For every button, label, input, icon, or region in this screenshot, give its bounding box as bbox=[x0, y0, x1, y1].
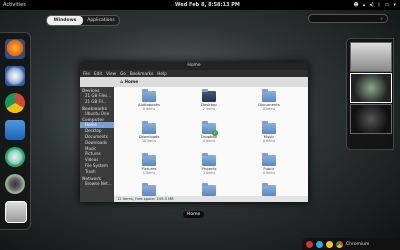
folder-item[interactable]: Downloads 48 items bbox=[134, 121, 164, 151]
search-icon: ⌕ bbox=[380, 17, 383, 22]
top-panel: Activities Wed Feb 8, 8:58:13 PM ☻ ▴ ◂) … bbox=[0, 0, 400, 10]
back-icon[interactable]: ◀ bbox=[83, 78, 86, 83]
firefox-icon[interactable] bbox=[5, 39, 25, 59]
places-sidebar: Devices 21 GB Files... 21 GB Fil... Book… bbox=[80, 87, 114, 202]
sidebar-item-device-1[interactable]: 21 GB Files... bbox=[80, 93, 114, 99]
network-icon[interactable]: ▴ bbox=[363, 0, 366, 10]
workspace-thumbnail-2[interactable] bbox=[350, 73, 392, 103]
music-folder-icon bbox=[262, 121, 276, 134]
menu-bar: File Edit View Go Bookmarks Help bbox=[80, 70, 308, 77]
downloads-folder-icon bbox=[142, 121, 156, 134]
sidebar-item-ubuntu-one[interactable]: Ubuntu One bbox=[80, 111, 114, 117]
activities-button[interactable]: Activities bbox=[3, 0, 26, 10]
search-entry[interactable]: ⌕ bbox=[308, 14, 388, 23]
thunderbird-icon[interactable] bbox=[5, 66, 25, 86]
folder-item[interactable]: Public 0 items bbox=[254, 153, 284, 183]
file-view[interactable]: Audiobooks 0 items Desktop 2 items Documen… bbox=[114, 87, 308, 202]
accessibility-icon[interactable]: ☻ bbox=[354, 0, 359, 10]
sidebar-item-device-2[interactable]: 21 GB Fil... bbox=[80, 99, 114, 105]
tab-windows[interactable]: Windows bbox=[47, 16, 83, 25]
workspace-thumbnail-1[interactable] bbox=[350, 42, 392, 72]
folder-icon bbox=[142, 89, 156, 102]
menu-bookmarks[interactable]: Bookmarks bbox=[130, 70, 153, 77]
tray-app-icon[interactable] bbox=[316, 240, 323, 248]
documents-folder-icon bbox=[262, 89, 276, 102]
folder-count: 0 items bbox=[262, 107, 276, 111]
sidebar-item-browse-network[interactable]: Browse Net... bbox=[80, 181, 114, 187]
chromium-icon[interactable] bbox=[5, 93, 25, 113]
folder-count: 0 items bbox=[142, 171, 156, 175]
tab-applications[interactable]: Applications bbox=[83, 16, 119, 25]
ubuntu-one-folder-icon bbox=[202, 183, 216, 196]
sidebar-item-trash[interactable]: Trash bbox=[80, 169, 114, 175]
folder-item[interactable]: Music 0 items bbox=[254, 121, 284, 151]
menu-help[interactable]: Help bbox=[157, 70, 167, 77]
pictures-folder-icon bbox=[142, 153, 156, 166]
tray-app-icon[interactable] bbox=[306, 240, 313, 248]
volume-icon[interactable]: ◂) bbox=[369, 0, 373, 10]
workspace-switcher bbox=[346, 38, 394, 150]
folder-count: 0 items bbox=[142, 107, 156, 111]
menu-go[interactable]: Go bbox=[120, 70, 126, 77]
folder-count: 0 items bbox=[262, 171, 276, 175]
templates-folder-icon bbox=[142, 183, 156, 196]
clock[interactable]: Wed Feb 8, 8:58:13 PM bbox=[175, 0, 240, 10]
dropbox-folder-icon: ✓ bbox=[202, 121, 218, 136]
folder-count: 48 items bbox=[141, 139, 157, 143]
workspace-thumbnail-3[interactable] bbox=[350, 104, 392, 134]
rhythmbox-icon[interactable] bbox=[5, 174, 25, 194]
folder-count: 3 items bbox=[202, 171, 216, 175]
desktop-folder-icon bbox=[202, 89, 216, 102]
battery-icon[interactable]: ▭ bbox=[385, 0, 390, 10]
view-grid-icon[interactable]: ▦ bbox=[300, 78, 304, 83]
window-caption: Home bbox=[183, 211, 205, 218]
chromium-icon[interactable] bbox=[336, 240, 343, 248]
folder-item[interactable]: Audiobooks 0 items bbox=[134, 89, 164, 119]
folder-item[interactable]: Pictures 0 items bbox=[134, 153, 164, 183]
user-menu-icon[interactable]: ▾ bbox=[393, 0, 396, 10]
software-center-icon[interactable] bbox=[5, 147, 25, 167]
videos-folder-icon bbox=[262, 183, 276, 196]
menu-edit[interactable]: Edit bbox=[94, 70, 102, 77]
dash bbox=[0, 32, 31, 230]
forward-icon[interactable]: ▶ bbox=[90, 78, 93, 83]
folder-item[interactable]: Desktop 2 items bbox=[194, 89, 224, 119]
folder-item[interactable]: Documents 0 items bbox=[254, 89, 284, 119]
status-tray: ☻ ▴ ◂) ᛒ ▭ ▾ bbox=[354, 0, 396, 10]
file-manager-window[interactable]: Home File Edit View Go Bookmarks Help ◀ … bbox=[80, 62, 308, 202]
location-label: Home bbox=[124, 79, 139, 84]
files-icon[interactable] bbox=[5, 201, 27, 223]
public-folder-icon bbox=[262, 153, 276, 166]
empathy-icon[interactable] bbox=[5, 120, 25, 140]
folder-item[interactable]: ✓ Dropbox 8 items bbox=[194, 121, 224, 151]
folder-count: 2 items bbox=[202, 107, 216, 111]
window-title: Home bbox=[80, 62, 308, 70]
menu-file[interactable]: File bbox=[83, 70, 90, 77]
status-bar: 12 items, Free space: 109.3 MB bbox=[114, 196, 308, 202]
bluetooth-icon[interactable]: ᛒ bbox=[378, 0, 381, 10]
sync-check-icon: ✓ bbox=[212, 130, 218, 136]
overview-view-selector: Windows Applications bbox=[46, 15, 120, 26]
projects-folder-icon bbox=[202, 153, 216, 166]
folder-count: 8 items bbox=[202, 139, 216, 143]
message-tray: Chromium bbox=[302, 238, 400, 250]
menu-view[interactable]: View bbox=[106, 70, 116, 77]
location-button[interactable]: ⌂ Home bbox=[120, 79, 138, 84]
tray-app-icon[interactable] bbox=[326, 240, 333, 248]
folder-item[interactable]: Projects 3 items bbox=[194, 153, 224, 183]
tray-label[interactable]: Chromium bbox=[346, 242, 369, 247]
folder-count: 0 items bbox=[262, 139, 276, 143]
